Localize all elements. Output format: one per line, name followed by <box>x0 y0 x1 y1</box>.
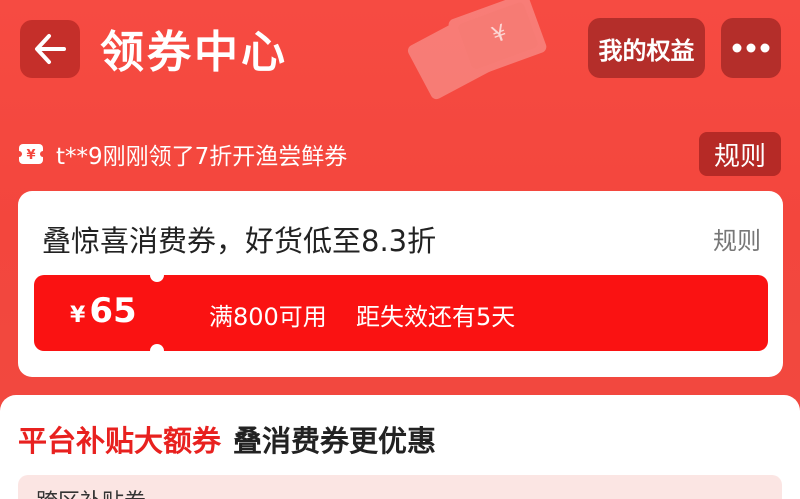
page-title: 领券中心 <box>100 27 288 78</box>
yen-ticket-icon: ¥ <box>18 144 44 164</box>
ticker-text: t**9刚刚领了7折开渔尝鲜券 <box>56 144 348 170</box>
subsidy-title-accent: 平台补贴大额券 <box>18 424 222 458</box>
coupon-amount: ¥65 <box>70 291 137 336</box>
claim-ticker: ¥ t**9刚刚领了7折开渔尝鲜券 <box>18 137 347 171</box>
currency-symbol: ¥ <box>70 303 86 328</box>
coupon-notch <box>150 344 164 358</box>
my-benefits-button[interactable]: 我的权益 <box>588 18 705 78</box>
more-button[interactable] <box>721 18 781 78</box>
promo-rules-link[interactable]: 规则 <box>713 221 761 256</box>
subsidy-coupon-row[interactable]: 跨区补贴券 <box>18 475 782 499</box>
more-dots-icon <box>732 43 770 53</box>
coupon[interactable]: ¥65 满800可用 距失效还有5天 <box>34 268 768 358</box>
subsidy-row-text: 跨区补贴券 <box>36 484 146 499</box>
coupon-notch <box>150 268 164 282</box>
coupon-value: 65 <box>89 291 137 331</box>
header-bar: 领券中心 我的权益 <box>0 0 800 105</box>
promo-card: 叠惊喜消费券，好货低至8.3折 规则 ¥65 满800可用 距失效还有5天 <box>18 191 783 377</box>
coupon-condition: 满800可用 <box>209 303 327 331</box>
coupon-expiry: 距失效还有5天 <box>356 303 516 331</box>
back-button[interactable] <box>20 20 80 78</box>
subsidy-title-rest: 叠消费券更优惠 <box>233 424 437 458</box>
subsidy-section-title: 平台补贴大额券 叠消费券更优惠 <box>18 418 436 460</box>
svg-text:¥: ¥ <box>26 148 35 163</box>
back-arrow-icon <box>35 34 66 64</box>
rules-button[interactable]: 规则 <box>699 132 781 176</box>
promo-card-title: 叠惊喜消费券，好货低至8.3折 <box>42 224 437 258</box>
subsidy-section: 平台补贴大额券叠消费券更优惠 跨区补贴券 <box>0 395 800 499</box>
